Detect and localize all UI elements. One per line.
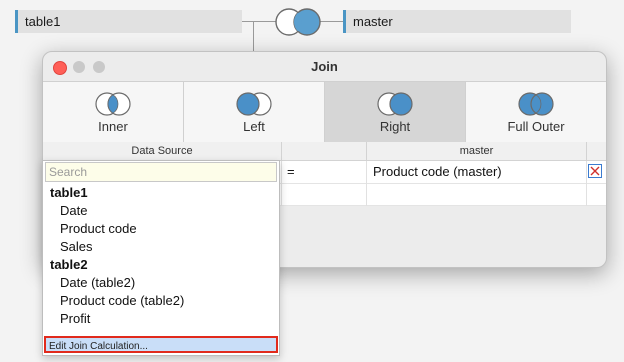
left-table-pill[interactable]: table1	[15, 10, 242, 33]
field-item[interactable]: Date (table2)	[43, 274, 296, 292]
right-table-column-header: master	[367, 142, 587, 160]
right-join-icon	[377, 92, 413, 116]
join-type-left-label: Left	[243, 119, 265, 134]
field-item[interactable]: Product code	[43, 220, 296, 238]
join-type-full-outer[interactable]: Full Outer	[466, 82, 606, 142]
field-picker-dropdown: table1 Date Product code Sales table2 Da…	[42, 160, 280, 356]
table-group-header: table1	[50, 185, 88, 200]
field-item[interactable]: Profit	[43, 310, 296, 328]
right-table-pill[interactable]: master	[343, 10, 571, 33]
field-search-input[interactable]	[45, 162, 277, 182]
inner-join-icon	[95, 92, 131, 116]
field-item[interactable]: Date	[43, 202, 296, 220]
operator-column-header	[282, 142, 367, 160]
edit-join-calculation-item[interactable]: Edit Join Calculation...	[44, 336, 278, 353]
join-type-right-label: Right	[379, 119, 411, 134]
join-operator[interactable]: =	[287, 161, 295, 183]
close-icon	[590, 166, 600, 176]
column-divider	[366, 161, 367, 206]
right-join-field[interactable]: Product code (master)	[373, 161, 502, 183]
join-type-selector: Inner Left Right Full Outer	[43, 81, 606, 143]
left-join-icon	[236, 92, 272, 116]
join-type-left[interactable]: Left	[184, 82, 325, 142]
join-venn-icon[interactable]	[271, 6, 325, 38]
field-item[interactable]: Sales	[43, 238, 296, 256]
join-type-full-outer-label: Full Outer	[507, 119, 565, 134]
full-outer-join-icon	[518, 92, 554, 116]
table-group-header: table2	[50, 257, 88, 272]
data-source-column-header: Data Source	[43, 142, 282, 160]
join-type-inner[interactable]: Inner	[43, 82, 184, 142]
remove-clause-button[interactable]	[588, 164, 602, 178]
join-type-inner-label: Inner	[98, 119, 128, 134]
join-clause-header: Data Source master	[43, 142, 606, 161]
dialog-anchor-line	[253, 22, 254, 52]
title-bar: Join	[43, 52, 606, 81]
join-type-right[interactable]: Right	[325, 82, 466, 142]
column-divider	[586, 161, 587, 206]
right-table-name: master	[353, 14, 393, 29]
field-item[interactable]: Product code (table2)	[43, 292, 296, 310]
left-table-name: table1	[25, 14, 61, 29]
dialog-title: Join	[311, 59, 338, 74]
